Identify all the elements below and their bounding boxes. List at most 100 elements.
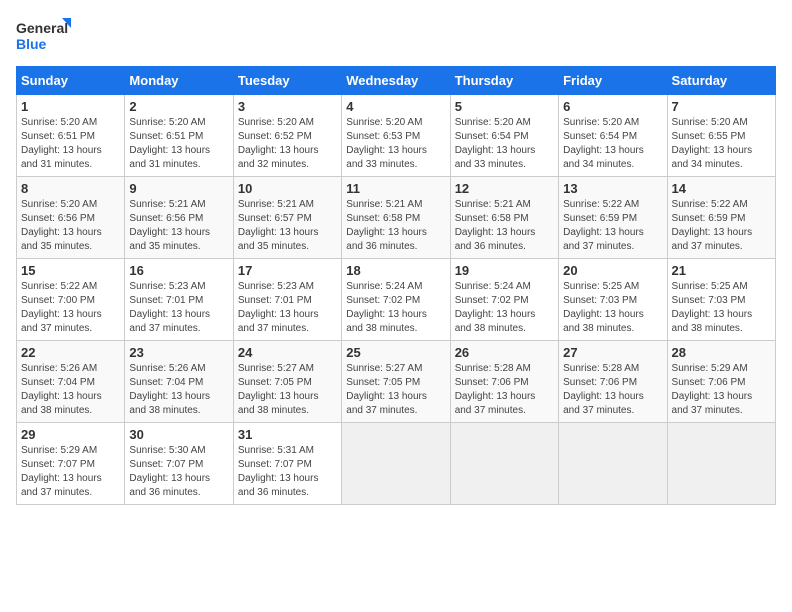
day-info: Sunrise: 5:26 AM Sunset: 7:04 PM Dayligh… [129,362,228,418]
weekday-header-cell: Wednesday [342,67,450,95]
day-info: Sunrise: 5:31 AM Sunset: 7:07 PM Dayligh… [238,444,337,500]
calendar-day-cell: 12 Sunrise: 5:21 AM Sunset: 6:58 PM Dayl… [450,177,558,259]
calendar-day-cell [450,423,558,505]
day-info: Sunrise: 5:20 AM Sunset: 6:56 PM Dayligh… [21,198,120,254]
day-info: Sunrise: 5:30 AM Sunset: 7:07 PM Dayligh… [129,444,228,500]
day-number: 30 [129,427,228,442]
calendar-day-cell: 29 Sunrise: 5:29 AM Sunset: 7:07 PM Dayl… [17,423,125,505]
day-number: 15 [21,263,120,278]
calendar-day-cell: 2 Sunrise: 5:20 AM Sunset: 6:51 PM Dayli… [125,95,233,177]
day-info: Sunrise: 5:28 AM Sunset: 7:06 PM Dayligh… [563,362,662,418]
calendar-day-cell: 4 Sunrise: 5:20 AM Sunset: 6:53 PM Dayli… [342,95,450,177]
weekday-header-cell: Saturday [667,67,775,95]
day-info: Sunrise: 5:20 AM Sunset: 6:51 PM Dayligh… [21,116,120,172]
calendar-week-row: 29 Sunrise: 5:29 AM Sunset: 7:07 PM Dayl… [17,423,776,505]
weekday-header-cell: Friday [559,67,667,95]
calendar-week-row: 15 Sunrise: 5:22 AM Sunset: 7:00 PM Dayl… [17,259,776,341]
calendar-day-cell: 23 Sunrise: 5:26 AM Sunset: 7:04 PM Dayl… [125,341,233,423]
weekday-header-row: SundayMondayTuesdayWednesdayThursdayFrid… [17,67,776,95]
day-info: Sunrise: 5:27 AM Sunset: 7:05 PM Dayligh… [346,362,445,418]
day-info: Sunrise: 5:29 AM Sunset: 7:07 PM Dayligh… [21,444,120,500]
day-info: Sunrise: 5:21 AM Sunset: 6:58 PM Dayligh… [455,198,554,254]
day-info: Sunrise: 5:22 AM Sunset: 6:59 PM Dayligh… [563,198,662,254]
day-number: 11 [346,181,445,196]
day-number: 17 [238,263,337,278]
day-info: Sunrise: 5:22 AM Sunset: 7:00 PM Dayligh… [21,280,120,336]
day-number: 26 [455,345,554,360]
day-info: Sunrise: 5:20 AM Sunset: 6:54 PM Dayligh… [563,116,662,172]
day-info: Sunrise: 5:21 AM Sunset: 6:56 PM Dayligh… [129,198,228,254]
day-info: Sunrise: 5:23 AM Sunset: 7:01 PM Dayligh… [238,280,337,336]
calendar-day-cell [559,423,667,505]
day-number: 7 [672,99,771,114]
day-number: 6 [563,99,662,114]
svg-text:General: General [16,20,68,36]
day-info: Sunrise: 5:26 AM Sunset: 7:04 PM Dayligh… [21,362,120,418]
logo-svg: General Blue [16,16,71,56]
day-number: 31 [238,427,337,442]
day-number: 9 [129,181,228,196]
day-number: 25 [346,345,445,360]
day-number: 19 [455,263,554,278]
calendar-day-cell: 18 Sunrise: 5:24 AM Sunset: 7:02 PM Dayl… [342,259,450,341]
day-number: 4 [346,99,445,114]
weekday-header-cell: Sunday [17,67,125,95]
calendar-day-cell: 9 Sunrise: 5:21 AM Sunset: 6:56 PM Dayli… [125,177,233,259]
day-info: Sunrise: 5:20 AM Sunset: 6:54 PM Dayligh… [455,116,554,172]
day-number: 12 [455,181,554,196]
calendar-day-cell: 24 Sunrise: 5:27 AM Sunset: 7:05 PM Dayl… [233,341,341,423]
weekday-header-cell: Monday [125,67,233,95]
calendar-day-cell: 6 Sunrise: 5:20 AM Sunset: 6:54 PM Dayli… [559,95,667,177]
day-info: Sunrise: 5:21 AM Sunset: 6:58 PM Dayligh… [346,198,445,254]
calendar-day-cell: 27 Sunrise: 5:28 AM Sunset: 7:06 PM Dayl… [559,341,667,423]
calendar-day-cell: 20 Sunrise: 5:25 AM Sunset: 7:03 PM Dayl… [559,259,667,341]
calendar-day-cell: 10 Sunrise: 5:21 AM Sunset: 6:57 PM Dayl… [233,177,341,259]
calendar-day-cell: 15 Sunrise: 5:22 AM Sunset: 7:00 PM Dayl… [17,259,125,341]
day-number: 29 [21,427,120,442]
day-info: Sunrise: 5:24 AM Sunset: 7:02 PM Dayligh… [455,280,554,336]
calendar-day-cell: 1 Sunrise: 5:20 AM Sunset: 6:51 PM Dayli… [17,95,125,177]
day-info: Sunrise: 5:20 AM Sunset: 6:53 PM Dayligh… [346,116,445,172]
day-info: Sunrise: 5:20 AM Sunset: 6:55 PM Dayligh… [672,116,771,172]
day-number: 20 [563,263,662,278]
calendar-day-cell: 8 Sunrise: 5:20 AM Sunset: 6:56 PM Dayli… [17,177,125,259]
calendar-day-cell: 7 Sunrise: 5:20 AM Sunset: 6:55 PM Dayli… [667,95,775,177]
day-info: Sunrise: 5:23 AM Sunset: 7:01 PM Dayligh… [129,280,228,336]
calendar-day-cell [342,423,450,505]
day-info: Sunrise: 5:27 AM Sunset: 7:05 PM Dayligh… [238,362,337,418]
calendar-week-row: 22 Sunrise: 5:26 AM Sunset: 7:04 PM Dayl… [17,341,776,423]
calendar-day-cell: 26 Sunrise: 5:28 AM Sunset: 7:06 PM Dayl… [450,341,558,423]
day-info: Sunrise: 5:28 AM Sunset: 7:06 PM Dayligh… [455,362,554,418]
weekday-header-cell: Thursday [450,67,558,95]
day-number: 27 [563,345,662,360]
day-number: 3 [238,99,337,114]
day-number: 23 [129,345,228,360]
day-number: 13 [563,181,662,196]
day-number: 21 [672,263,771,278]
calendar-day-cell: 17 Sunrise: 5:23 AM Sunset: 7:01 PM Dayl… [233,259,341,341]
calendar-day-cell: 3 Sunrise: 5:20 AM Sunset: 6:52 PM Dayli… [233,95,341,177]
calendar-week-row: 8 Sunrise: 5:20 AM Sunset: 6:56 PM Dayli… [17,177,776,259]
calendar-week-row: 1 Sunrise: 5:20 AM Sunset: 6:51 PM Dayli… [17,95,776,177]
day-number: 16 [129,263,228,278]
day-info: Sunrise: 5:24 AM Sunset: 7:02 PM Dayligh… [346,280,445,336]
day-info: Sunrise: 5:21 AM Sunset: 6:57 PM Dayligh… [238,198,337,254]
day-info: Sunrise: 5:29 AM Sunset: 7:06 PM Dayligh… [672,362,771,418]
day-info: Sunrise: 5:25 AM Sunset: 7:03 PM Dayligh… [672,280,771,336]
calendar-body: 1 Sunrise: 5:20 AM Sunset: 6:51 PM Dayli… [17,95,776,505]
calendar-day-cell: 5 Sunrise: 5:20 AM Sunset: 6:54 PM Dayli… [450,95,558,177]
day-info: Sunrise: 5:20 AM Sunset: 6:52 PM Dayligh… [238,116,337,172]
page-header: General Blue [16,16,776,56]
day-number: 28 [672,345,771,360]
calendar-day-cell: 28 Sunrise: 5:29 AM Sunset: 7:06 PM Dayl… [667,341,775,423]
svg-text:Blue: Blue [16,36,47,52]
calendar-day-cell: 13 Sunrise: 5:22 AM Sunset: 6:59 PM Dayl… [559,177,667,259]
calendar-day-cell: 14 Sunrise: 5:22 AM Sunset: 6:59 PM Dayl… [667,177,775,259]
calendar-day-cell: 11 Sunrise: 5:21 AM Sunset: 6:58 PM Dayl… [342,177,450,259]
calendar-day-cell [667,423,775,505]
day-info: Sunrise: 5:22 AM Sunset: 6:59 PM Dayligh… [672,198,771,254]
calendar-day-cell: 21 Sunrise: 5:25 AM Sunset: 7:03 PM Dayl… [667,259,775,341]
day-info: Sunrise: 5:20 AM Sunset: 6:51 PM Dayligh… [129,116,228,172]
day-number: 14 [672,181,771,196]
day-number: 10 [238,181,337,196]
